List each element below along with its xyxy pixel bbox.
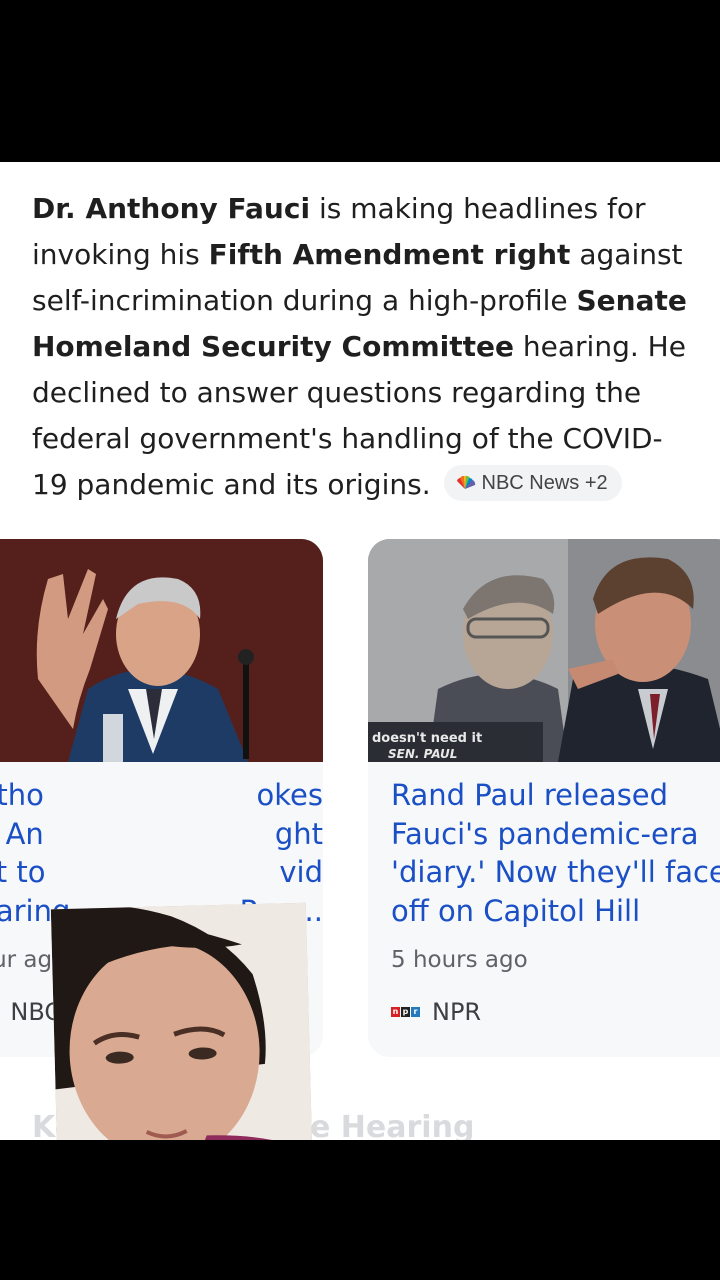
rand-paul-photo: doesn't need it SEN. PAUL bbox=[368, 539, 720, 762]
ai-overview-panel: Dr. Anthony Fauci is making headlines fo… bbox=[0, 162, 720, 1140]
source-chip-label: NBC News +2 bbox=[481, 472, 608, 494]
news-source: . NBC bbox=[0, 998, 61, 1026]
fauci-photo bbox=[0, 539, 323, 762]
source-name: NPR bbox=[432, 998, 482, 1026]
headline-line-2: h An ght bbox=[0, 815, 323, 854]
image-caption: doesn't need it bbox=[372, 731, 482, 746]
overview-summary: Dr. Anthony Fauci is making headlines fo… bbox=[32, 186, 692, 508]
headline-frag: ot to bbox=[0, 855, 46, 889]
summary-bold-fauci: Dr. Anthony Fauci bbox=[32, 192, 311, 225]
summary-bold-amendment: Fifth Amendment right bbox=[208, 238, 571, 271]
headline-frag: ntho bbox=[0, 778, 44, 812]
headline-frag: okes bbox=[256, 778, 323, 812]
news-headline[interactable]: Rand Paul released Fauci's pandemic-era … bbox=[391, 776, 720, 930]
headline-frag: h An bbox=[0, 816, 44, 851]
headline-line-3: ot to vid bbox=[0, 853, 323, 892]
headline-line-1: ntho okes bbox=[0, 776, 323, 815]
news-card-npr[interactable]: doesn't need it SEN. PAUL Rand Paul rele… bbox=[368, 539, 720, 1057]
headline-frag: vid bbox=[279, 855, 323, 889]
creator-video-overlay bbox=[50, 902, 317, 1140]
news-time: 5 hours ago bbox=[391, 947, 528, 973]
headline-frag: ght bbox=[274, 816, 323, 851]
npr-logo-icon: npr bbox=[391, 1007, 420, 1017]
image-nameplate: SEN. PAUL bbox=[388, 747, 457, 761]
news-source: npr NPR bbox=[391, 998, 481, 1026]
source-chip[interactable]: NBC News +2 bbox=[443, 465, 622, 501]
nbc-peacock-icon bbox=[456, 475, 475, 489]
